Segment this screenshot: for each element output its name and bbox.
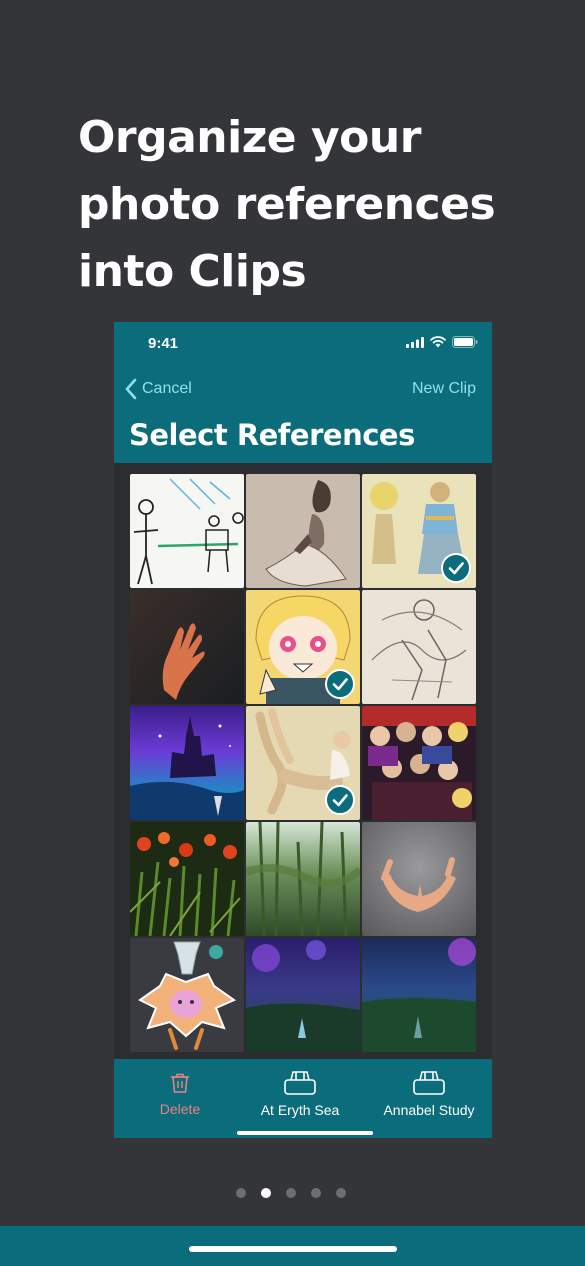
- checkmark-icon: [332, 794, 348, 807]
- selected-check-badge: [325, 785, 355, 815]
- headline-line-3: into Clips: [78, 246, 307, 297]
- photo-tile-maple-leaf-mascot[interactable]: [130, 938, 244, 1052]
- page-indicator: [236, 1188, 346, 1198]
- photo-tile-character-group-illustration[interactable]: [362, 706, 476, 820]
- headline-line-2: photo references: [78, 179, 496, 230]
- status-time: 9:41: [148, 335, 179, 352]
- photo-tile-pencil-figure-drawing[interactable]: [246, 474, 360, 588]
- page-dot-4[interactable]: [311, 1188, 321, 1198]
- checkmark-icon: [332, 678, 348, 691]
- binder-clip-icon: [284, 1071, 316, 1095]
- photo-tile-purple-forest-scene[interactable]: [246, 938, 360, 1052]
- page-dot-3[interactable]: [286, 1188, 296, 1198]
- photo-tile-pencil-battle-sketch[interactable]: [362, 590, 476, 704]
- delete-button[interactable]: Delete: [150, 1059, 210, 1138]
- tab-bar: Delete At Eryth Sea Annabel Study: [114, 1059, 492, 1138]
- clip-annabel-study-label: Annabel Study: [383, 1102, 475, 1118]
- photo-tile-red-flowers-photo[interactable]: [130, 822, 244, 936]
- photo-tile-anime-character[interactable]: [246, 590, 360, 704]
- phone-home-indicator: [237, 1131, 373, 1135]
- page-title: Select References: [129, 418, 415, 452]
- battery-icon: [452, 336, 478, 348]
- new-clip-button[interactable]: New Clip: [412, 380, 476, 398]
- clip-at-eryth-sea-button[interactable]: At Eryth Sea: [250, 1059, 350, 1138]
- cancel-label: Cancel: [142, 380, 192, 397]
- chevron-left-icon: [125, 378, 137, 400]
- selected-check-badge: [441, 553, 471, 583]
- cancel-button[interactable]: Cancel: [124, 378, 192, 400]
- cellular-signal-icon: [406, 336, 424, 348]
- footer-bar: [0, 1226, 585, 1266]
- photo-tile-stick-figure-sketch[interactable]: [130, 474, 244, 588]
- photo-tile-hand-photo[interactable]: [130, 590, 244, 704]
- trash-icon: [170, 1073, 190, 1093]
- photo-tile-yellow-character-sketch[interactable]: [362, 474, 476, 588]
- photo-tile-posing-model-photo[interactable]: [246, 706, 360, 820]
- headline: Organize your photo references into Clip…: [78, 104, 538, 305]
- wifi-icon: [430, 336, 446, 348]
- status-icons: [406, 336, 478, 348]
- page-dot-5[interactable]: [336, 1188, 346, 1198]
- photo-tile-cupped-hands-photo[interactable]: [362, 822, 476, 936]
- phone-screenshot: 9:41 Cancel New Clip Select References D…: [114, 322, 492, 1138]
- page-dot-2[interactable]: [261, 1188, 271, 1198]
- page-dot-1[interactable]: [236, 1188, 246, 1198]
- selected-check-badge: [325, 669, 355, 699]
- binder-clip-icon: [413, 1071, 445, 1095]
- checkmark-icon: [448, 562, 464, 575]
- home-indicator[interactable]: [189, 1246, 397, 1252]
- clip-at-eryth-sea-label: At Eryth Sea: [260, 1102, 340, 1118]
- navigation-bar: 9:41 Cancel New Clip Select References: [114, 322, 492, 463]
- photo-tile-night-meadow-scene[interactable]: [362, 938, 476, 1052]
- photo-tile-fantasy-castle-painting[interactable]: [130, 706, 244, 820]
- clip-annabel-study-button[interactable]: Annabel Study: [376, 1059, 482, 1138]
- delete-label: Delete: [159, 1101, 201, 1117]
- headline-line-1: Organize your: [78, 112, 421, 163]
- photo-tile-bamboo-forest-photo[interactable]: [246, 822, 360, 936]
